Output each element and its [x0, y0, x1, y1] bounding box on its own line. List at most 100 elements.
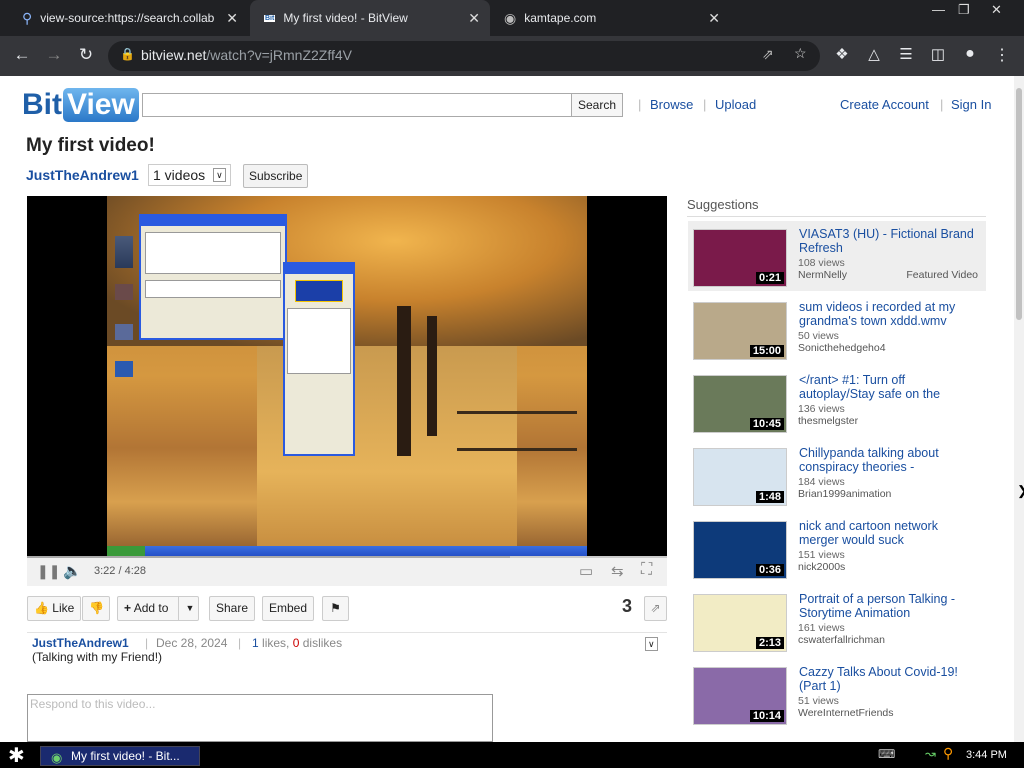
address-bar[interactable]: 🔒 bitview.net/watch?v=jRmnZ2Zff4V ⇗ ☆	[108, 41, 820, 71]
fullscreen-icon[interactable]: ⛶	[641, 561, 652, 579]
minimize-icon[interactable]: —	[932, 2, 945, 17]
suggestion-thumbnail[interactable]: 0:36	[693, 521, 787, 579]
close-window-icon[interactable]: ✕	[991, 2, 1002, 18]
search-button[interactable]: Search	[571, 93, 623, 117]
close-tab-icon[interactable]: ✕	[708, 10, 720, 27]
time-total: 4:28	[124, 565, 147, 577]
tab-bitview[interactable]: Bit My first video! - BitView ✕	[250, 0, 490, 36]
start-button-icon[interactable]: ✱	[8, 743, 25, 768]
profile-avatar-icon[interactable]: ●	[958, 45, 982, 63]
close-tab-icon[interactable]: ✕	[226, 10, 238, 27]
share-icon[interactable]: ⇗	[762, 46, 774, 63]
suggestion-views: 161 views	[798, 622, 845, 634]
volume-icon[interactable]: 🔈	[63, 562, 82, 580]
chevron-down-icon[interactable]: ▼	[178, 597, 194, 620]
bitview-logo[interactable]: Bit View	[22, 84, 139, 126]
create-account-link[interactable]: Create Account	[840, 97, 929, 112]
suggestion-thumbnail[interactable]: 0:21	[693, 229, 787, 287]
sign-in-link[interactable]: Sign In	[951, 97, 991, 112]
forward-icon[interactable]: →	[42, 45, 66, 65]
video-description: (Talking with my Friend!)	[32, 650, 163, 664]
menu-kebab-icon[interactable]: ⋮	[990, 45, 1014, 65]
comment-input[interactable]: Respond to this video...	[27, 694, 493, 742]
taskbar-window-button[interactable]: ◉ My first video! - Bit...	[40, 746, 200, 766]
like-button[interactable]: 👍 Like	[27, 596, 82, 621]
pause-icon[interactable]: ❚❚	[37, 563, 60, 580]
logo-bit-text: Bit	[22, 88, 62, 121]
suggestion-author[interactable]: cswaterfallrichman	[798, 634, 885, 646]
suggestion-title[interactable]: VIASAT3 (HU) - Fictional Brand Refresh	[799, 227, 979, 255]
suggestion-thumbnail[interactable]: 1:48	[693, 448, 787, 506]
loop-icon[interactable]: ⇆	[611, 562, 624, 580]
suggestion-views: 151 views	[798, 549, 845, 561]
suggestion-item[interactable]: 0:21 VIASAT3 (HU) - Fictional Brand Refre…	[688, 221, 986, 291]
extensions-icon[interactable]: ❖	[830, 45, 854, 63]
browse-link[interactable]: Browse	[650, 97, 693, 112]
back-icon[interactable]: ←	[10, 45, 34, 65]
share-button[interactable]: Share	[209, 596, 256, 621]
search-tray-icon: ⚲	[943, 745, 954, 761]
chrome-icon: ◉	[51, 750, 63, 765]
suggestion-author[interactable]: Brian1999animation	[798, 488, 891, 500]
suggestion-thumbnail[interactable]: 15:00	[693, 302, 787, 360]
suggestion-item[interactable]: 15:00 sum videos i recorded at my grandma…	[688, 294, 986, 364]
video-count-dropdown[interactable]: 1 videos ∨	[148, 164, 231, 186]
scrollbar-thumb[interactable]	[1016, 88, 1022, 320]
suggestion-author[interactable]: WereInternetFriends	[798, 707, 894, 719]
restore-icon[interactable]: ❐	[958, 2, 970, 18]
suggestion-title[interactable]: sum videos i recorded at my grandma's to…	[799, 300, 979, 328]
suggestion-item[interactable]: 2:13 Portrait of a person Talking - Story…	[688, 586, 986, 656]
tab-view-source[interactable]: ⚲ view-source:https://search.collabn ✕	[8, 0, 248, 36]
reload-icon[interactable]: ↻	[74, 45, 98, 65]
video-player[interactable]	[27, 196, 667, 556]
suggestion-author[interactable]: Sonicthehedgeho4	[798, 342, 886, 354]
suggestion-item[interactable]: 10:14 Cazzy Talks About Covid-19! (Part 1…	[688, 659, 986, 729]
uploader-link[interactable]: JustTheAndrew1	[26, 167, 139, 183]
description-uploader[interactable]: JustTheAndrew1	[32, 636, 129, 650]
mouse-cursor-icon: ❯	[1017, 483, 1024, 499]
suggestions-heading: Suggestions	[687, 197, 759, 212]
stats-chart-icon: ⇗	[650, 601, 661, 615]
suggestion-title[interactable]: Portrait of a person Talking - Storytime…	[799, 592, 979, 620]
upload-date: Dec 28, 2024	[156, 636, 228, 650]
chevron-down-icon: ∨	[213, 168, 226, 182]
player-controls: ❚❚ 🔈 3:22 / 4:28 ▭ ⇆ ⛶	[27, 556, 667, 586]
expand-description-icon[interactable]: ∨	[645, 637, 658, 651]
im-window	[139, 214, 287, 340]
suggestion-thumbnail[interactable]: 10:14	[693, 667, 787, 725]
suggestion-title[interactable]: Cazzy Talks About Covid-19! (Part 1)	[799, 665, 979, 693]
reading-list-icon[interactable]: ☰	[894, 45, 918, 63]
dislikes-label: dislikes	[299, 636, 343, 650]
embed-button[interactable]: Embed	[262, 596, 315, 621]
bookmark-star-icon[interactable]: ☆	[794, 45, 807, 62]
search-input[interactable]	[142, 93, 572, 117]
suggestion-author[interactable]: thesmelgster	[798, 415, 858, 427]
labs-icon[interactable]: △	[862, 45, 886, 63]
add-to-button[interactable]: + Add to ▼	[117, 596, 200, 621]
suggestion-item[interactable]: 0:36 nick and cartoon network merger woul…	[688, 513, 986, 583]
flag-button[interactable]: ⚑	[322, 596, 349, 621]
progress-bar[interactable]	[27, 556, 667, 558]
suggestion-thumbnail[interactable]: 10:45	[693, 375, 787, 433]
video-frame	[107, 196, 587, 556]
tab-kamtape[interactable]: ◉ kamtape.com ✕	[490, 0, 730, 36]
suggestion-item[interactable]: 10:45 </rant> #1: Turn off autoplay/Stay …	[688, 367, 986, 437]
close-tab-icon[interactable]: ✕	[468, 10, 480, 27]
divider: |	[703, 97, 707, 112]
suggestion-item[interactable]: 1:48 Chillypanda talking about conspiracy…	[688, 440, 986, 510]
side-panel-icon[interactable]: ◫	[926, 45, 950, 63]
captions-icon[interactable]: ▭	[579, 562, 593, 580]
suggestion-author[interactable]: NermNelly	[798, 269, 847, 281]
stats-button[interactable]: ⇗	[644, 596, 667, 621]
likes-count: 1	[252, 636, 259, 650]
suggestion-title[interactable]: Chillypanda talking about conspiracy the…	[799, 446, 979, 474]
suggestion-author[interactable]: nick2000s	[798, 561, 845, 573]
suggestion-duration: 0:36	[755, 564, 784, 576]
dislike-button[interactable]: 👎	[82, 596, 110, 621]
divider: |	[238, 636, 242, 650]
suggestion-title[interactable]: </rant> #1: Turn off autoplay/Stay safe …	[799, 373, 979, 401]
suggestion-thumbnail[interactable]: 2:13	[693, 594, 787, 652]
upload-link[interactable]: Upload	[715, 97, 756, 112]
suggestion-title[interactable]: nick and cartoon network merger would su…	[799, 519, 979, 547]
subscribe-button[interactable]: Subscribe	[243, 164, 309, 188]
